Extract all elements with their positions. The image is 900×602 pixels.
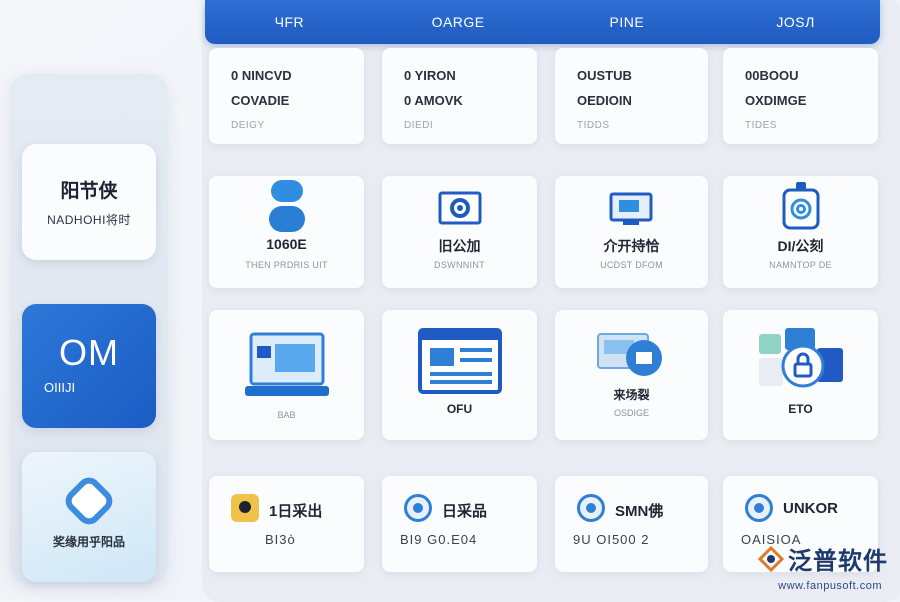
sidebar-card-3[interactable]: 奖缘用乎阳品 <box>22 452 156 582</box>
info-card-caption: TIDDS <box>577 120 610 131</box>
brand-url: www.fanpusoft.com <box>778 580 882 592</box>
stat-card-title: SMN佛 <box>615 503 664 520</box>
stat-card-title: 日采品 <box>442 503 488 520</box>
feature-card-4[interactable]: ETO <box>723 310 878 440</box>
feature-card-label: ETO <box>788 402 813 416</box>
stat-card-1[interactable]: 1日采出 ВI3ò <box>209 476 364 572</box>
info-card-line1: OUSTUB <box>577 68 632 83</box>
window-list-icon <box>417 328 502 394</box>
brand-logo: 泛普软件 <box>758 541 888 576</box>
yellow-badge-icon <box>231 494 259 522</box>
info-card-3[interactable]: OUSTUB OEDIOIN TIDDS <box>555 48 708 144</box>
module-card-3[interactable]: 介开持恰 UCDST DFOM <box>555 176 708 288</box>
stat-card-3[interactable]: SMN佛 9U OI500 2 <box>555 476 708 572</box>
laptop-icon <box>244 332 329 396</box>
module-card-label: 介开持恰 <box>603 238 660 254</box>
feature-card-label: 来场裂 <box>613 388 650 402</box>
module-card-1[interactable]: 1060E THEN PRDRIS UIT <box>209 176 364 288</box>
tab-bar: ЧFR OARGE PINE JOSЛ <box>205 0 880 44</box>
module-card-caption: DSWNNINT <box>434 260 485 270</box>
info-card-line1: 0 NINCVD <box>231 68 292 83</box>
module-card-label: DI/公刻 <box>777 238 824 254</box>
tab-1[interactable]: ЧFR <box>205 14 374 30</box>
info-card-line2: OEDIOIN <box>577 93 632 108</box>
feature-card-label: OFU <box>446 402 473 416</box>
chat-screen-icon <box>596 333 662 376</box>
circle-badge-icon <box>577 494 605 522</box>
hexagon-icon <box>60 472 118 529</box>
info-card-2[interactable]: 0 YIRON 0 AMOVK DIEDI <box>382 48 537 144</box>
module-card-4[interactable]: DI/公刻 NAMNTOP DE <box>723 176 878 288</box>
info-card-line2: COVADIE <box>231 93 290 108</box>
monitor-icon <box>609 192 652 225</box>
info-card-4[interactable]: 00BOOU OXDIMGE TIDES <box>723 48 878 144</box>
sidebar: 阳节侠 NADHOHI将时 OM OIIIJI 奖缘用乎阳品 <box>10 74 168 584</box>
module-card-label: 旧公加 <box>438 238 481 254</box>
module-card-caption: THEN PRDRIS UIT <box>245 260 328 270</box>
feature-card-caption: OSDIGE <box>613 408 649 418</box>
sidebar-card-2-title: OM <box>59 331 119 373</box>
module-card-label: 1060E <box>266 236 307 252</box>
info-card-caption: DEIGY <box>231 120 265 131</box>
sidebar-card-2-active[interactable]: OM OIIIJI <box>22 304 156 428</box>
feature-card-3[interactable]: 来场裂 OSDIGE <box>555 310 708 440</box>
circle-badge-icon <box>404 494 432 522</box>
sidebar-card-1-subtitle: NADHOHI将时 <box>47 213 131 227</box>
stat-card-value: BI9 G0.E04 <box>400 532 478 547</box>
feature-card-2[interactable]: OFU <box>382 310 537 440</box>
feature-card-caption: BAB <box>277 410 296 420</box>
info-card-line1: 00BOOU <box>745 68 799 83</box>
spiral-document-icon <box>782 182 819 230</box>
tab-4[interactable]: JOSЛ <box>711 14 880 30</box>
info-card-caption: DIEDI <box>404 120 434 131</box>
stat-card-value: ВI3ò <box>265 532 296 547</box>
circle-badge-icon <box>745 494 773 522</box>
stat-card-2[interactable]: 日采品 BI9 G0.E04 <box>382 476 537 572</box>
sidebar-card-1-title: 阳节侠 <box>60 181 118 202</box>
sidebar-card-1[interactable]: 阳节侠 NADHOHI将时 <box>22 144 156 260</box>
tab-3[interactable]: PINE <box>543 14 712 30</box>
sidebar-card-3-title: 奖缘用乎阳品 <box>52 534 125 549</box>
brand-logo-text: 泛普软件 <box>788 548 888 575</box>
sidebar-card-2-subtitle: OIIIJI <box>44 379 76 395</box>
module-card-2[interactable]: 旧公加 DSWNNINT <box>382 176 537 288</box>
info-card-caption: TIDES <box>745 120 777 131</box>
stat-card-title: UNKOR <box>783 500 838 517</box>
capsule-icon <box>268 180 305 232</box>
info-card-line2: 0 AMOVK <box>404 93 463 108</box>
module-card-caption: NAMNTOP DE <box>769 260 832 270</box>
stat-card-title: 1日采出 <box>269 503 323 520</box>
stat-card-value: 9U OI500 2 <box>573 532 650 547</box>
info-card-1[interactable]: 0 NINCVD COVADIE DEIGY <box>209 48 364 144</box>
tab-2[interactable]: OARGE <box>374 14 543 30</box>
blocks-lock-icon <box>758 328 843 388</box>
module-card-caption: UCDST DFOM <box>600 260 663 270</box>
feature-card-1[interactable]: BAB <box>209 310 364 440</box>
brand-logo-icon <box>758 545 784 572</box>
info-card-line1: 0 YIRON <box>404 68 456 83</box>
camera-icon <box>438 191 481 225</box>
info-card-line2: OXDIMGE <box>745 93 807 108</box>
